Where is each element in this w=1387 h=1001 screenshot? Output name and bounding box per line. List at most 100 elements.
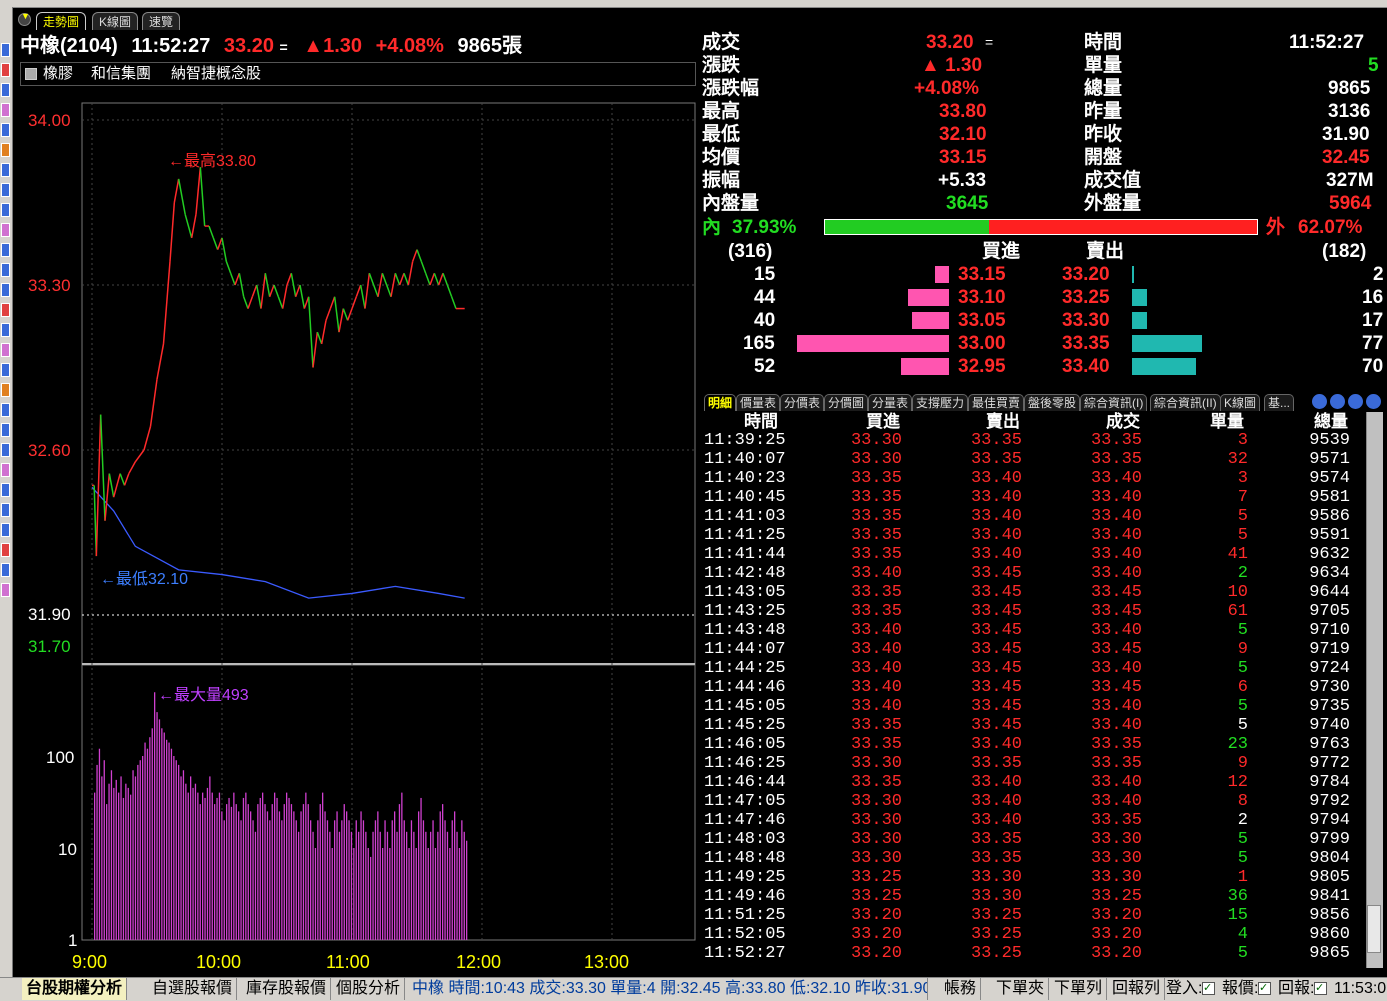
accounts-button[interactable]: 帳務 [940,978,982,1000]
col-total: 總量 [1314,412,1348,431]
price-segment [251,284,258,298]
tick-bid: 33.40 [850,659,902,678]
tick-trade: 33.35 [1090,431,1142,450]
tick-ask: 33.40 [970,792,1022,811]
concept-tags: 橡膠 和信集團 納智捷概念股 [20,62,696,86]
detail-tab[interactable]: 價量表 [736,394,781,411]
tab-holdings[interactable]: 庫存股報價 [242,978,332,1000]
side-tool-button[interactable] [1,363,10,377]
menu-dropdown-icon[interactable]: ▼ [18,11,31,26]
volume-bar [382,848,384,940]
side-tool-button[interactable] [1,583,10,597]
value-prev-vol: 3136 [1328,101,1371,122]
volume-bar [446,831,449,940]
detail-tab[interactable]: 盤後零股 [1024,394,1081,411]
tick-bid: 33.20 [850,925,902,944]
tick-bid: 33.30 [850,754,902,773]
side-tool-button[interactable] [1,323,10,337]
detail-tab[interactable]: 明細 [704,394,737,411]
side-tool-button[interactable] [1,303,10,317]
volume-bar [118,792,120,940]
order-list-button[interactable]: 下單列 [1050,978,1108,1000]
tick-scroll-thumb[interactable] [1367,905,1381,953]
detail-tab[interactable]: 綜合資訊(II) [1150,394,1221,411]
detail-tab[interactable]: 分價圖 [824,394,869,411]
order-folder-button[interactable]: 下單夾 [992,978,1050,1000]
volume-bar [194,783,197,940]
side-tool-button[interactable] [1,503,10,517]
detail-tab[interactable]: 基... [1264,394,1295,411]
volume-bar [137,764,139,940]
volume-bar [197,792,199,940]
col-time: 時間 [744,412,778,431]
side-tool-button[interactable] [1,383,10,397]
tick-time: 11:43:25 [704,602,786,621]
tab-prev-icon[interactable] [1312,394,1327,409]
side-tool-button[interactable] [1,483,10,497]
side-tool-button[interactable] [1,183,10,197]
tick-bid: 33.25 [850,868,902,887]
price-segment [247,296,254,309]
volume-bar [156,712,158,940]
tab-stock-analysis[interactable]: 個股分析 [332,978,406,1000]
side-tool-button[interactable] [1,523,10,537]
quote-check-icon[interactable]: ✓ [1258,982,1271,995]
tab-next-icon[interactable] [1348,394,1363,409]
volume-bar [290,804,293,940]
volume-bar [463,831,465,940]
report-list-button[interactable]: 回報列 [1108,978,1166,1000]
tick-total: 9632 [1309,545,1350,564]
side-tool-button[interactable] [1,103,10,117]
side-tool-button[interactable] [1,143,10,157]
side-tool-button[interactable] [1,403,10,417]
side-tool-button[interactable] [1,563,10,577]
tag-concept[interactable]: 納智捷概念股 [171,63,261,85]
side-tool-button[interactable] [1,123,10,137]
tab-watchlist[interactable]: 自選股報價 [148,978,238,1000]
label-prev-vol: 昨量 [1084,101,1123,122]
tab-trend[interactable]: 走勢圖 [36,12,87,30]
tick-scrollbar[interactable] [1366,412,1383,968]
volume-bar [346,811,348,940]
side-tool-button[interactable] [1,223,10,237]
side-tool-button[interactable] [1,83,10,97]
price-segment [299,284,306,309]
detail-tab[interactable]: K線圖 [1220,394,1261,411]
side-tool-button[interactable] [1,203,10,217]
tick-ask: 33.40 [970,469,1022,488]
detail-tab[interactable]: 分量表 [868,394,913,411]
login-check-icon[interactable]: ✓ [1202,982,1215,995]
side-tool-button[interactable] [1,43,10,57]
volume-bar [410,820,413,940]
tick-total: 9539 [1309,431,1350,450]
collapse-icon[interactable] [25,68,37,80]
tag-rubber[interactable]: 橡膠 [43,63,73,85]
side-tool-button[interactable] [1,63,10,77]
price-segment [320,320,327,345]
tab-options-analysis[interactable]: 台股期權分析 [22,978,128,1000]
detail-tab[interactable]: 支撐壓力 [912,394,969,411]
tab-kline[interactable]: K線圖 [92,12,139,30]
side-tool-button[interactable] [1,463,10,477]
tab-overview[interactable]: 速覽 [142,12,181,30]
detail-tab[interactable]: 最佳買賣 [968,394,1025,411]
side-tool-button[interactable] [1,263,10,277]
tag-group[interactable]: 和信集團 [91,63,151,85]
tab-down-icon[interactable] [1330,394,1345,409]
tick-total: 9571 [1309,450,1350,469]
side-tool-button[interactable] [1,283,10,297]
price-segment [281,284,288,309]
close-icon[interactable] [1366,394,1381,409]
tick-trade: 33.40 [1090,526,1142,545]
report-check-icon[interactable]: ✓ [1314,982,1327,995]
side-tool-button[interactable] [1,543,10,557]
side-tool-button[interactable] [1,423,10,437]
tick-row: 11:45:25 33.35 33.45 33.40 5 9740 [704,716,1364,735]
side-tool-button[interactable] [1,243,10,257]
price-segment [394,272,401,286]
side-tool-button[interactable] [1,443,10,457]
side-tool-button[interactable] [1,163,10,177]
detail-tab[interactable]: 綜合資訊(I) [1080,394,1148,411]
side-tool-button[interactable] [1,343,10,357]
detail-tab[interactable]: 分價表 [780,394,825,411]
